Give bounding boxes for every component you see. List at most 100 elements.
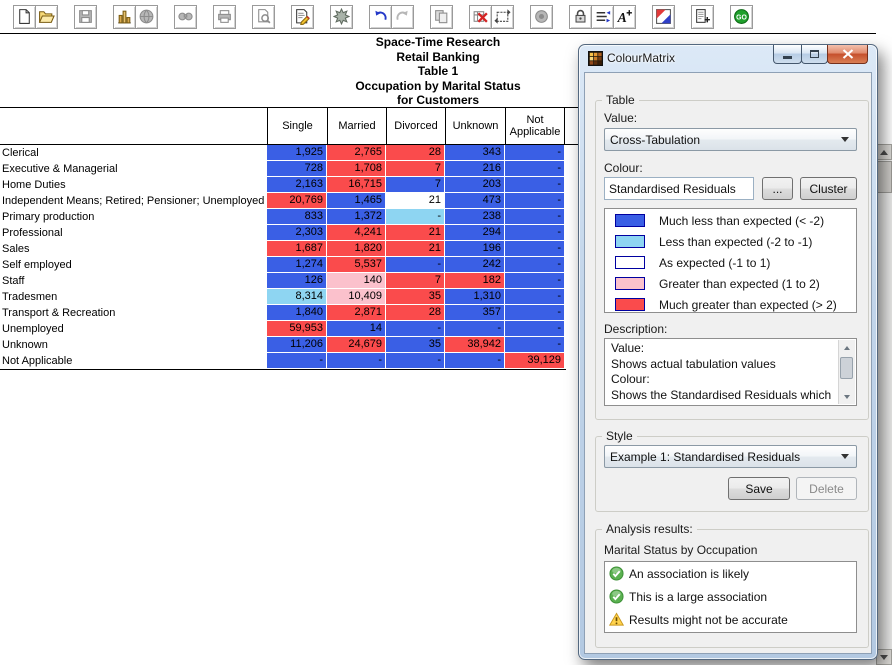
grid-cell[interactable]: 1,465 xyxy=(327,193,385,208)
grid-cell[interactable]: 126 xyxy=(267,273,326,288)
row-label[interactable]: Staff xyxy=(2,273,24,289)
description-scroll-thumb[interactable] xyxy=(840,357,853,379)
description-scrollbar[interactable] xyxy=(838,340,855,404)
undo-button[interactable] xyxy=(369,5,392,29)
colour-input[interactable] xyxy=(604,177,754,200)
maximize-button[interactable] xyxy=(801,45,828,64)
grid-cell[interactable]: 7 xyxy=(386,177,444,192)
bar-chart-button[interactable] xyxy=(113,5,136,29)
open-file-button[interactable] xyxy=(35,5,58,29)
grid-cell[interactable]: 10,409 xyxy=(327,289,385,304)
grid-cell[interactable]: 16,715 xyxy=(327,177,385,192)
grid-cell[interactable]: 7 xyxy=(386,161,444,176)
grid-cell[interactable]: 1,925 xyxy=(267,145,326,160)
grid-cell[interactable]: 28 xyxy=(386,145,444,160)
grid-cell[interactable]: 14 xyxy=(327,321,385,336)
row-label[interactable]: Not Applicable xyxy=(2,353,72,369)
grid-cell[interactable]: 833 xyxy=(267,209,326,224)
grid-cell[interactable]: 294 xyxy=(445,225,504,240)
grid-cell[interactable]: - xyxy=(505,225,564,240)
grid-cell[interactable]: - xyxy=(386,209,444,224)
grid-cell[interactable]: 140 xyxy=(327,273,385,288)
edit-document-button[interactable] xyxy=(291,5,314,29)
row-label[interactable]: Home Duties xyxy=(2,177,66,193)
grid-cell[interactable]: 21 xyxy=(386,241,444,256)
font-size-button[interactable]: A xyxy=(613,5,636,29)
grid-cell[interactable]: - xyxy=(505,321,564,336)
grid-cell[interactable]: - xyxy=(386,321,444,336)
delete-table-button[interactable] xyxy=(469,5,492,29)
grid-cell[interactable]: 7 xyxy=(386,273,444,288)
grid-cell[interactable]: - xyxy=(505,177,564,192)
grid-cell[interactable]: - xyxy=(505,257,564,272)
grid-cell[interactable]: - xyxy=(505,145,564,160)
lock-button[interactable] xyxy=(569,5,592,29)
grid-cell[interactable]: 5,537 xyxy=(327,257,385,272)
grid-cell[interactable]: 1,372 xyxy=(327,209,385,224)
grid-cell[interactable]: - xyxy=(505,161,564,176)
value-dropdown[interactable]: Cross-Tabulation xyxy=(604,128,857,151)
grid-cell[interactable]: 2,765 xyxy=(327,145,385,160)
row-label[interactable]: Independent Means; Retired; Pensioner; U… xyxy=(2,193,264,209)
grid-cell[interactable]: 24,679 xyxy=(327,337,385,352)
grid-cell[interactable]: - xyxy=(445,321,504,336)
grid-cell[interactable]: 1,820 xyxy=(327,241,385,256)
transpose-button[interactable] xyxy=(491,5,514,29)
column-header-single[interactable]: Single xyxy=(267,108,327,144)
grid-cell[interactable]: - xyxy=(505,193,564,208)
colour-matrix-button[interactable] xyxy=(652,5,675,29)
grid-cell[interactable]: 216 xyxy=(445,161,504,176)
row-label[interactable]: Professional xyxy=(2,225,63,241)
grid-cell[interactable]: - xyxy=(267,353,326,368)
style-dropdown[interactable]: Example 1: Standardised Residuals xyxy=(604,445,857,468)
row-label[interactable]: Tradesmen xyxy=(2,289,57,305)
grid-cell[interactable]: 11,206 xyxy=(267,337,326,352)
scroll-down-button[interactable] xyxy=(876,649,892,665)
grid-cell[interactable]: 1,274 xyxy=(267,257,326,272)
field-order-button[interactable] xyxy=(591,5,614,29)
grid-cell[interactable]: 1,687 xyxy=(267,241,326,256)
grid-cell[interactable]: - xyxy=(445,353,504,368)
grid-cell[interactable]: 728 xyxy=(267,161,326,176)
grid-cell[interactable]: - xyxy=(386,353,444,368)
grid-cell[interactable]: 21 xyxy=(386,193,444,208)
grid-cell[interactable]: 20,769 xyxy=(267,193,326,208)
row-label[interactable]: Executive & Managerial xyxy=(2,161,118,177)
grid-cell[interactable]: 182 xyxy=(445,273,504,288)
grid-cell[interactable]: 1,708 xyxy=(327,161,385,176)
grid-cell[interactable]: 1,840 xyxy=(267,305,326,320)
grid-cell[interactable]: 2,163 xyxy=(267,177,326,192)
grid-cell[interactable]: 35 xyxy=(386,289,444,304)
grid-cell[interactable]: - xyxy=(505,209,564,224)
row-label[interactable]: Transport & Recreation xyxy=(2,305,115,321)
grid-cell[interactable]: 38,942 xyxy=(445,337,504,352)
grid-cell[interactable]: 2,303 xyxy=(267,225,326,240)
row-label[interactable]: Primary production xyxy=(2,209,94,225)
grid-cell[interactable]: 473 xyxy=(445,193,504,208)
column-header-married[interactable]: Married xyxy=(327,108,386,144)
delete-button[interactable]: Delete xyxy=(796,477,857,500)
column-header-unknown[interactable]: Unknown xyxy=(445,108,505,144)
grid-cell[interactable]: 28 xyxy=(386,305,444,320)
grid-cell[interactable]: 1,310 xyxy=(445,289,504,304)
grid-cell[interactable]: 242 xyxy=(445,257,504,272)
grid-cell[interactable]: 238 xyxy=(445,209,504,224)
grid-cell[interactable]: - xyxy=(505,289,564,304)
column-header-not-applicable[interactable]: Not Applicable xyxy=(505,108,565,144)
close-button[interactable] xyxy=(827,45,868,64)
grid-cell[interactable]: 357 xyxy=(445,305,504,320)
go-button[interactable]: GO xyxy=(730,5,753,29)
grid-cell[interactable]: 21 xyxy=(386,225,444,240)
grid-cell[interactable]: - xyxy=(505,337,564,352)
row-label[interactable]: Sales xyxy=(2,241,30,257)
grid-cell[interactable]: - xyxy=(505,305,564,320)
grid-cell[interactable]: 203 xyxy=(445,177,504,192)
new-document-button[interactable] xyxy=(13,5,36,29)
main-vertical-scrollbar[interactable] xyxy=(876,144,892,665)
grid-cell[interactable]: - xyxy=(505,273,564,288)
grid-cell[interactable]: 35 xyxy=(386,337,444,352)
grid-cell[interactable]: 59,953 xyxy=(267,321,326,336)
description-scroll-down[interactable] xyxy=(839,389,854,404)
grid-cell[interactable]: 2,871 xyxy=(327,305,385,320)
grid-cell[interactable]: - xyxy=(505,241,564,256)
